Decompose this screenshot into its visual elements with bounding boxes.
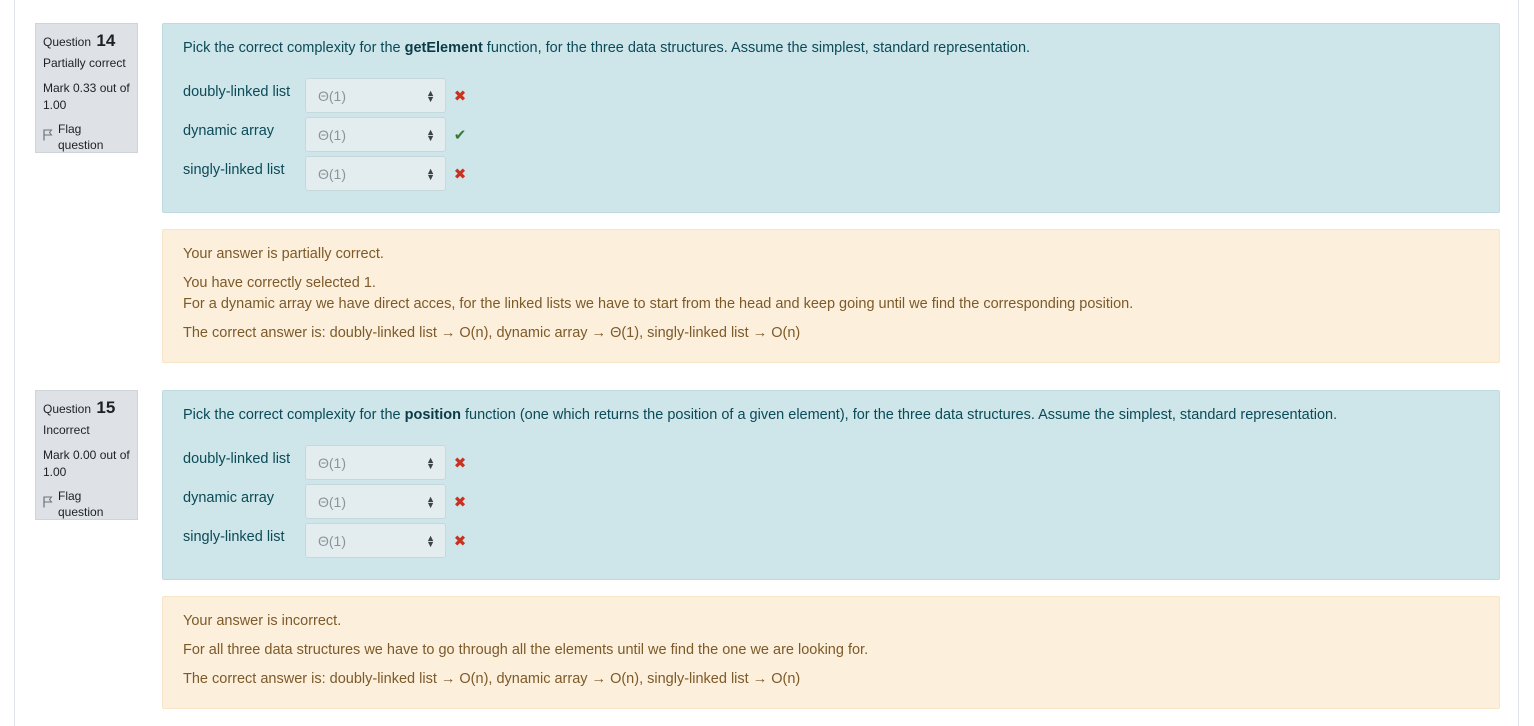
question-text: Pick the correct complexity for the getE… (183, 38, 1479, 58)
complexity-select[interactable]: Θ(1) ▲ ▼ (305, 156, 446, 191)
question-feedback: Your answer is incorrect. For all three … (162, 596, 1500, 709)
flag-question-link[interactable]: Flag question (43, 488, 130, 520)
answer-row-label: dynamic array (183, 489, 275, 506)
question-number-line: Question 14 (43, 30, 130, 53)
cross-icon: ✖ (453, 454, 467, 472)
answer-row-label: doubly-linked list (183, 450, 291, 467)
feedback-right-answer: The correct answer is: doubly-linked lis… (183, 671, 801, 687)
select-arrows-icon: ▲ ▼ (426, 87, 435, 104)
flag-question-label: Flag question (58, 122, 104, 152)
question-info: Question 14 Partially correct Mark 0.33 … (35, 23, 138, 153)
feedback-general: For a dynamic array we have direct acces… (183, 296, 1134, 312)
question-text-function: position (404, 407, 461, 423)
question-number: 15 (96, 398, 116, 417)
complexity-select-value: Θ(1) (318, 126, 346, 143)
check-icon: ✔ (453, 126, 467, 144)
answer-row: singly-linked list Θ(1) ▲ ▼ ✖ (183, 521, 1479, 560)
select-arrows-icon: ▲ ▼ (426, 126, 435, 143)
question-number-line: Question 15 (43, 397, 130, 420)
question-label: Question (43, 35, 92, 49)
select-arrows-icon: ▲ ▼ (426, 165, 435, 182)
answer-row: doubly-linked list Θ(1) ▲ ▼ ✖ (183, 76, 1479, 115)
feedback-status: Your answer is partially correct. (183, 246, 384, 262)
feedback-selected-count: You have correctly selected 1. (183, 275, 376, 291)
answer-row-label: doubly-linked list (183, 83, 291, 100)
answer-row-label: singly-linked list (183, 161, 285, 178)
cross-icon: ✖ (453, 532, 467, 550)
feedback-general: For all three data structures we have to… (183, 642, 869, 658)
question-grade: Mark 0.00 out of 1.00 (43, 448, 130, 479)
feedback-right-answer: The correct answer is: doubly-linked lis… (183, 325, 801, 341)
cross-icon: ✖ (453, 493, 467, 511)
feedback-status: Your answer is incorrect. (183, 613, 342, 629)
cross-icon: ✖ (453, 87, 467, 105)
answer-row: singly-linked list Θ(1) ▲ ▼ ✖ (183, 154, 1479, 193)
complexity-select-value: Θ(1) (318, 87, 346, 104)
question-feedback: Your answer is partially correct. You ha… (162, 229, 1500, 363)
question-text: Pick the correct complexity for the posi… (183, 405, 1479, 425)
question-formulation: Pick the correct complexity for the posi… (162, 390, 1500, 580)
complexity-select[interactable]: Θ(1) ▲ ▼ (305, 445, 446, 480)
flag-question-label: Flag question (58, 489, 104, 519)
complexity-select-value: Θ(1) (318, 165, 346, 182)
complexity-select-value: Θ(1) (318, 454, 346, 471)
complexity-select-value: Θ(1) (318, 532, 346, 549)
complexity-select[interactable]: Θ(1) ▲ ▼ (305, 484, 446, 519)
complexity-select[interactable]: Θ(1) ▲ ▼ (305, 523, 446, 558)
flag-icon (43, 129, 53, 146)
question-formulation: Pick the correct complexity for the getE… (162, 23, 1500, 213)
select-arrows-icon: ▲ ▼ (426, 532, 435, 549)
flag-question-link[interactable]: Flag question (43, 121, 130, 153)
question-text-before: Pick the correct complexity for the (183, 407, 405, 423)
question-text-after: function, for the three data structures.… (482, 40, 1031, 56)
answer-row: dynamic array Θ(1) ▲ ▼ ✔ (183, 115, 1479, 154)
answer-row-label: singly-linked list (183, 528, 285, 545)
question-number: 14 (96, 31, 116, 50)
question-state: Partially correct (43, 56, 126, 70)
question-text-before: Pick the correct complexity for the (183, 40, 405, 56)
select-arrows-icon: ▲ ▼ (426, 454, 435, 471)
question-grade: Mark 0.33 out of 1.00 (43, 81, 130, 112)
answer-row: dynamic array Θ(1) ▲ ▼ ✖ (183, 482, 1479, 521)
complexity-select[interactable]: Θ(1) ▲ ▼ (305, 78, 446, 113)
question-text-function: getElement (404, 40, 483, 56)
complexity-select[interactable]: Θ(1) ▲ ▼ (305, 117, 446, 152)
question-text-after: function (one which returns the position… (461, 407, 1338, 423)
question-label: Question (43, 402, 92, 416)
flag-icon (43, 496, 53, 513)
question-info: Question 15 Incorrect Mark 0.00 out of 1… (35, 390, 138, 520)
complexity-select-value: Θ(1) (318, 493, 346, 510)
question-state: Incorrect (43, 423, 90, 437)
answer-row: doubly-linked list Θ(1) ▲ ▼ ✖ (183, 443, 1479, 482)
select-arrows-icon: ▲ ▼ (426, 493, 435, 510)
cross-icon: ✖ (453, 165, 467, 183)
answer-row-label: dynamic array (183, 122, 275, 139)
